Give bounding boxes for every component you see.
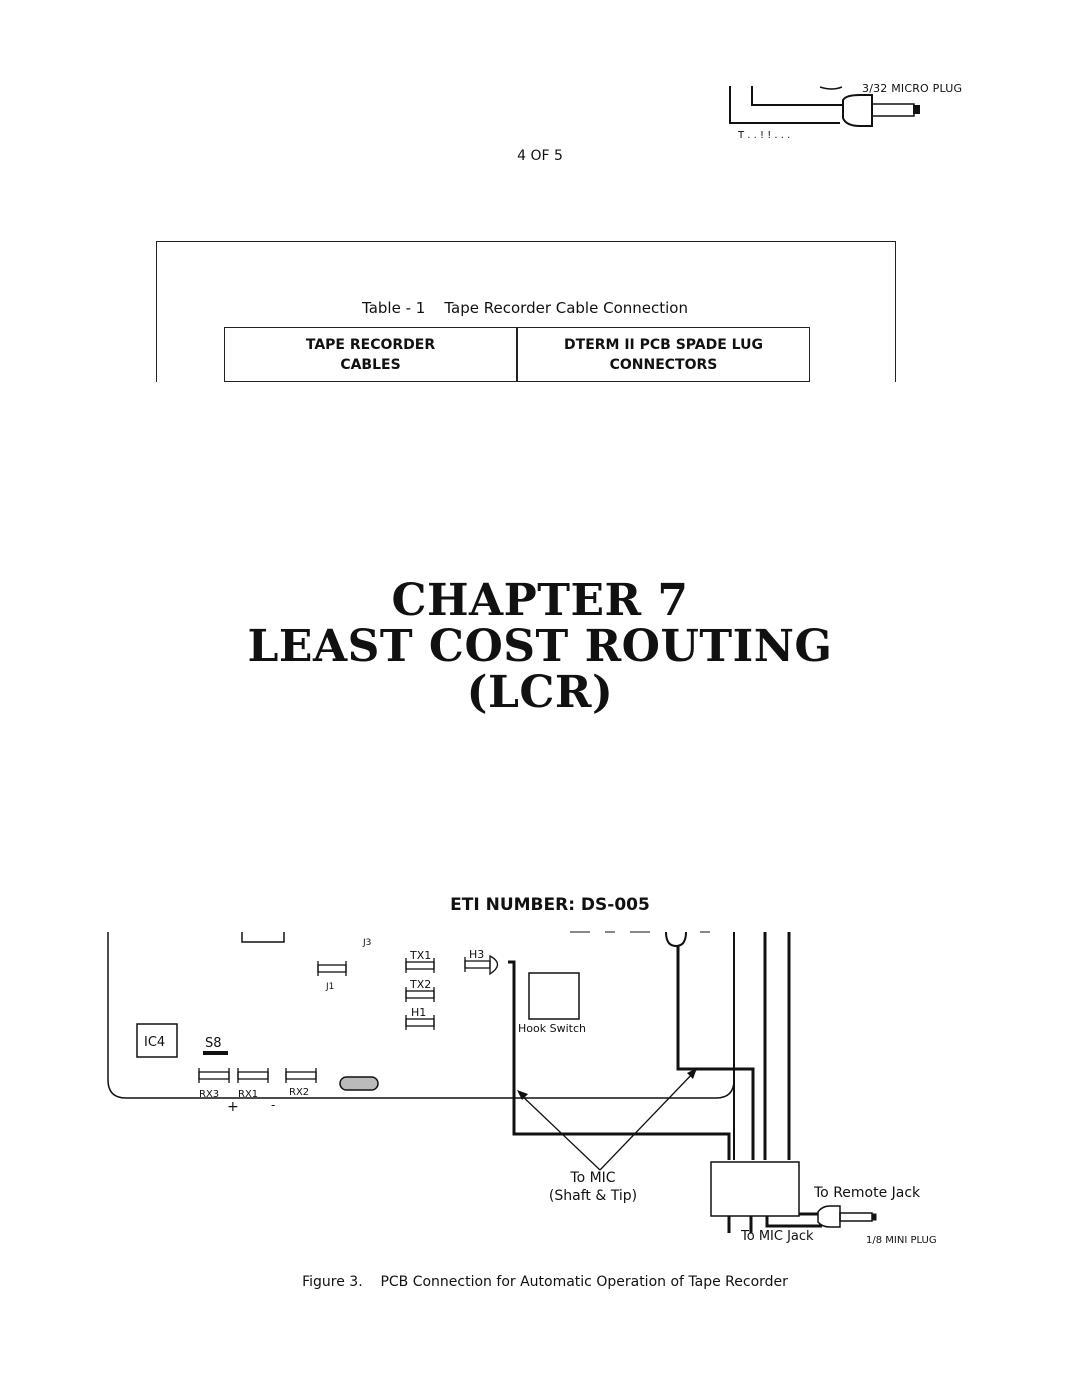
- header-line: DTERM II PCB SPADE LUG: [564, 336, 763, 353]
- cutoff-text-fragment: T . . ! ! . . .: [737, 130, 790, 140]
- label-tx1: TX1: [409, 949, 431, 962]
- mini-plug-tip: [871, 1213, 877, 1221]
- label-h1: H1: [411, 1006, 426, 1019]
- eti-number: ETI NUMBER: DS-005: [450, 895, 650, 915]
- table-header-cell: TAPE RECORDER CABLES: [225, 328, 516, 381]
- micro-plug-shaft: [871, 103, 915, 117]
- micro-plug-body: [842, 94, 873, 127]
- table-header-cell: DTERM II PCB SPADE LUG CONNECTORS: [516, 328, 809, 381]
- top-component: [241, 932, 285, 943]
- label-s8: S8: [205, 1036, 222, 1051]
- label-mini-plug: 1/8 MINI PLUG: [866, 1235, 937, 1246]
- s8-switch-bar: [203, 1051, 228, 1055]
- label-j3: J3: [362, 938, 371, 948]
- mini-plug-body: [817, 1205, 841, 1228]
- connector-j1: [317, 961, 347, 976]
- wire-h3: [508, 960, 731, 1160]
- arrow-left-line: [518, 1092, 601, 1171]
- connector-rx3: [198, 1068, 230, 1083]
- label-ic4: IC4: [144, 1035, 165, 1050]
- label-rx2: RX2: [289, 1087, 309, 1098]
- label-to-mic: To MIC: [569, 1170, 615, 1186]
- wire-mic: [676, 946, 755, 1160]
- label-plus: +: [227, 1099, 239, 1115]
- label-j1: J1: [325, 982, 334, 992]
- micro-plug-diagram: T . . ! ! . . .: [729, 86, 920, 140]
- label-minus: -: [271, 1098, 275, 1112]
- header-line: CONNECTORS: [609, 356, 718, 373]
- mic-socket: [665, 931, 687, 948]
- connector-rx2: [285, 1068, 317, 1083]
- label-rx3: RX3: [199, 1089, 219, 1100]
- label-rx1: RX1: [238, 1089, 258, 1100]
- figure-caption: Figure 3. PCB Connection for Automatic O…: [302, 1274, 788, 1290]
- label-h3: H3: [469, 948, 484, 961]
- oval-component: [339, 1076, 379, 1091]
- spade-lug-connectors: [198, 954, 499, 1083]
- chapter-abbrev: (LCR): [466, 667, 614, 718]
- label-to-remote-jack: To Remote Jack: [813, 1185, 921, 1201]
- micro-plug-label: 3/32 MICRO PLUG: [862, 82, 963, 95]
- micro-plug-tip: [913, 105, 920, 114]
- table-caption: Table - 1 Tape Recorder Cable Connection: [362, 299, 688, 317]
- chapter-heading: CHAPTER 7 LEAST COST ROUTING (LCR): [0, 578, 1080, 716]
- header-line: TAPE RECORDER: [305, 336, 436, 353]
- arrow-right-line: [599, 1069, 697, 1171]
- to-mic-arrows: [518, 1069, 697, 1171]
- cable-curve: [819, 86, 843, 90]
- page-number: 4 OF 5: [517, 148, 563, 164]
- connector-rx1: [237, 1068, 269, 1083]
- cable-connection-table: TAPE RECORDER CABLES DTERM II PCB SPADE …: [224, 327, 810, 382]
- header-line: CABLES: [340, 356, 401, 373]
- hook-switch-box: [528, 972, 580, 1020]
- label-tx2: TX2: [409, 978, 431, 991]
- label-hook-switch: Hook Switch: [518, 1022, 586, 1035]
- label-to-mic-jack: To MIC Jack: [740, 1229, 814, 1244]
- mini-plug-shaft: [839, 1212, 873, 1222]
- pcb-connection-diagram: J3 J1 TX1 TX2 H1 H3 IC4 S8 RX3 RX1 RX2 +…: [107, 931, 937, 1246]
- chapter-number: CHAPTER 7: [391, 575, 689, 626]
- label-shaft-tip: (Shaft & Tip): [549, 1188, 637, 1204]
- chapter-title: LEAST COST ROUTING: [247, 621, 833, 672]
- junction-box: [710, 1161, 800, 1217]
